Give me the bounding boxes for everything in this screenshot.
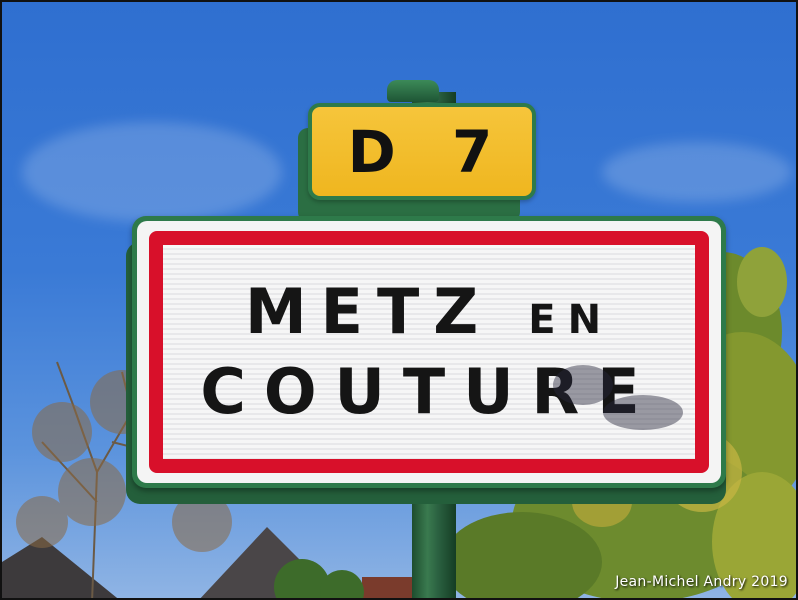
town-entry-sign: METZ EN COUTURE bbox=[132, 216, 726, 488]
sign-red-border: METZ EN COUTURE bbox=[149, 231, 709, 473]
route-number-plate: D 7 bbox=[308, 103, 536, 200]
town-name-en: EN bbox=[528, 297, 614, 343]
shrub bbox=[274, 559, 364, 598]
town-name-line1: METZ EN bbox=[245, 281, 613, 343]
route-number: D 7 bbox=[347, 117, 511, 186]
town-name-metz: METZ bbox=[244, 275, 493, 348]
sign-white-margin: METZ EN COUTURE bbox=[137, 221, 721, 483]
leaf-shadow bbox=[553, 365, 613, 405]
photo-credit: Jean-Michel Andry 2019 bbox=[615, 574, 788, 590]
pole-cap bbox=[387, 80, 439, 102]
photo-frame: D 7 METZ EN COUTURE Jean-Michel Andry 20… bbox=[0, 0, 798, 600]
leaf-shadow bbox=[603, 395, 683, 430]
house-roof-left bbox=[2, 537, 118, 598]
